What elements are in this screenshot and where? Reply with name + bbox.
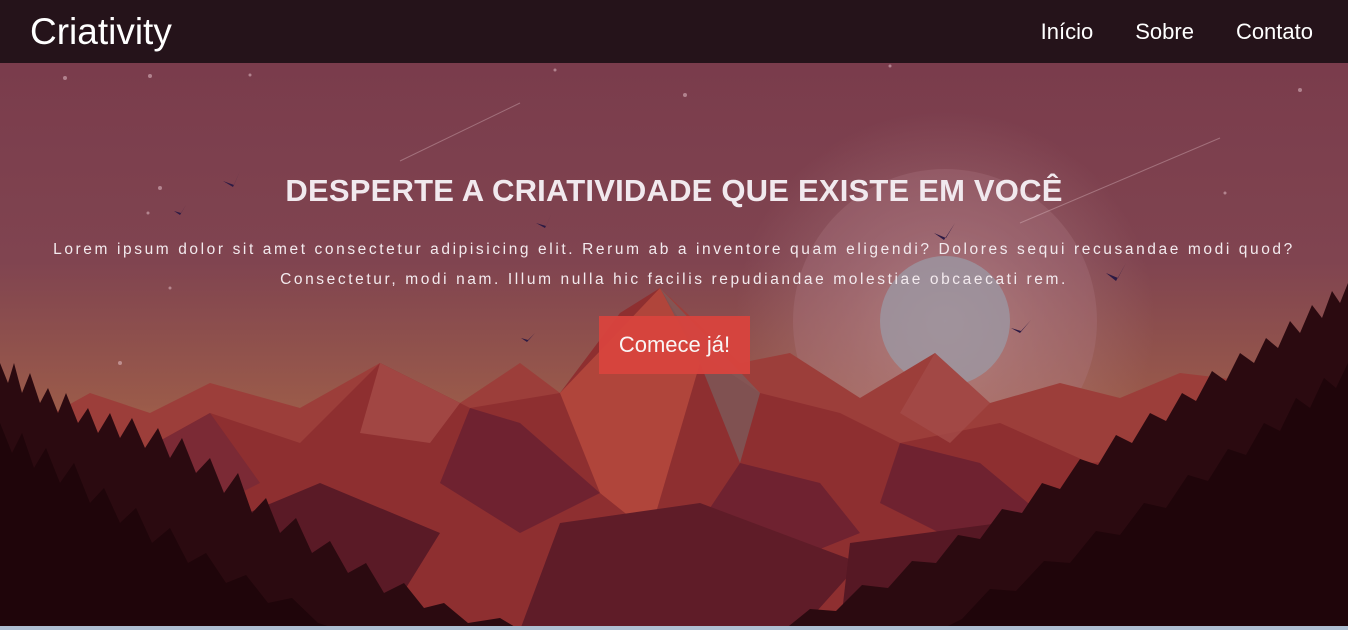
hero-section: DESPERTE A CRIATIVIDADE QUE EXISTE EM VO… <box>0 63 1348 630</box>
os-taskbar-edge <box>0 626 1348 630</box>
nav-link-sobre[interactable]: Sobre <box>1135 19 1194 45</box>
nav-link-contato[interactable]: Contato <box>1236 19 1313 45</box>
nav-link-inicio[interactable]: Início <box>1041 19 1094 45</box>
brand-logo-link[interactable]: Criativity <box>30 13 172 50</box>
hero-title: DESPERTE A CRIATIVIDADE QUE EXISTE EM VO… <box>285 173 1063 208</box>
top-navbar: Criativity Início Sobre Contato <box>0 0 1348 63</box>
hero-description: Lorem ipsum dolor sit amet consectetur a… <box>53 241 1295 288</box>
nav-links: Início Sobre Contato <box>1041 19 1313 45</box>
get-started-button[interactable]: Comece já! <box>599 316 750 374</box>
